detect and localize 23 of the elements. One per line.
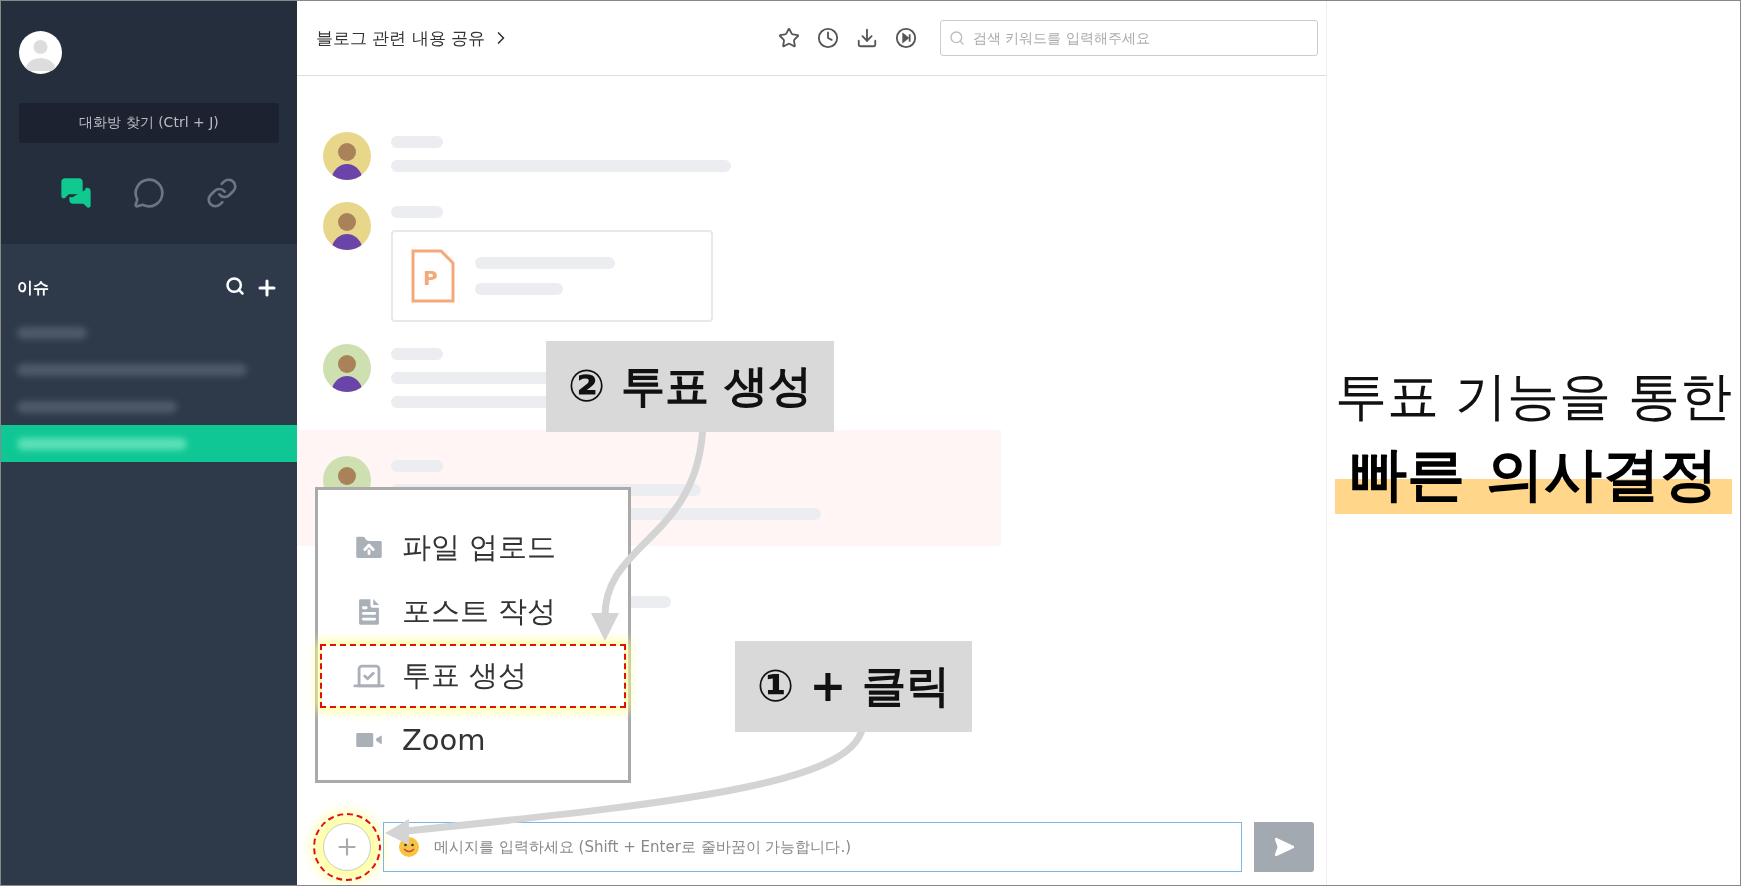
- avatar-placeholder: [323, 344, 371, 392]
- chatroom-title[interactable]: 블로그 관련 내용 공유: [316, 26, 486, 50]
- menu-item[interactable]: 파일 업로드: [322, 518, 624, 578]
- skip-forward-icon[interactable]: [895, 27, 917, 49]
- message-field[interactable]: 메시지를 입력하세요 (Shift + Enter로 줄바꿈이 가능합니다.): [383, 822, 1242, 872]
- star-icon[interactable]: [778, 27, 800, 49]
- headline: 투표 기능을 통한: [1334, 365, 1733, 428]
- user-avatar[interactable]: [19, 31, 62, 74]
- find-chatroom-button[interactable]: 대화방 찾기 (Ctrl + J): [19, 103, 279, 143]
- send-icon: [1273, 836, 1295, 858]
- clock-icon[interactable]: [817, 27, 839, 49]
- download-icon[interactable]: [856, 27, 878, 49]
- document-icon: [411, 249, 455, 303]
- avatar-placeholder: [323, 202, 371, 250]
- callout-label: ② 투표 생성: [546, 341, 834, 432]
- file-type-letter: P: [423, 268, 438, 288]
- callout-label: ① + 클릭: [735, 641, 972, 732]
- avatar-placeholder: [323, 132, 371, 180]
- search-icon: [949, 30, 965, 46]
- section-title: 이슈: [17, 277, 49, 299]
- search-field[interactable]: 검색 키워드를 입력해주세요: [940, 20, 1318, 56]
- menu-item[interactable]: Zoom: [322, 710, 624, 770]
- menu-item[interactable]: 투표 생성: [322, 646, 624, 706]
